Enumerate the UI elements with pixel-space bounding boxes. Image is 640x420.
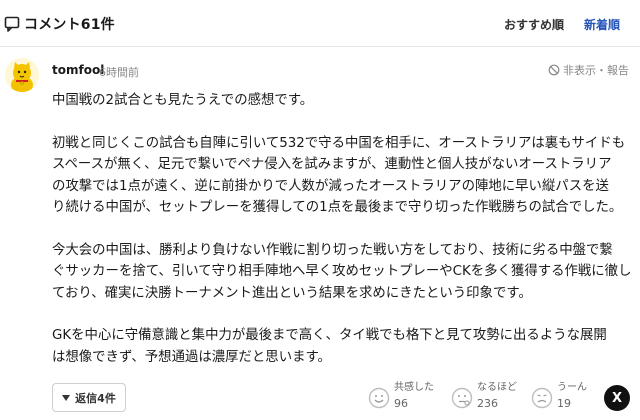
reaction-count: 236 [477,397,498,410]
avatar[interactable] [5,58,39,92]
replies-label: 返信4件 [75,391,116,405]
thinking-face-icon [451,387,473,409]
comment-line: ており、確実に決勝トーナメント進出という結果を求めにきたという印象です。 [52,285,532,301]
lucky-cat-avatar-icon [5,58,39,92]
reaction-count: 19 [557,397,571,410]
comment-line: 初戦と同じくこの試合も自陣に引いて532で守る中国を相手に、オーストラリアは裏も… [52,135,626,151]
reaction-hmm-button[interactable]: うーん 19 [531,381,587,412]
reaction-label: うーん [557,382,587,393]
reaction-empathy-button[interactable]: 共感した 96 [368,381,434,412]
comments-count-title: コメント61件 [24,17,115,33]
comment-bubble-icon [4,16,20,32]
share-x-button[interactable]: X [604,385,630,411]
comment-username[interactable]: tomfool [52,63,104,77]
triangle-down-icon [62,394,71,401]
comment-line: り続ける中国が、セットプレーを獲得しての1点を最後まで守り切った作戦勝ちの試合で… [52,200,623,216]
hide-report-label: 非表示・報告 [563,64,629,77]
reaction-understand-button[interactable]: なるほど 236 [451,381,517,412]
sort-recommended-tab[interactable]: おすすめ順 [504,16,564,33]
comment-line: 中国戦の2試合とも見たうえでの感想です。 [52,93,314,108]
comments-title-group: コメント61件 [4,14,115,34]
reaction-label: 共感した [394,382,434,393]
sort-newest-tab[interactable]: 新着順 [584,16,620,33]
ban-icon [548,64,560,76]
comment-line: スペースが無く、足元で繋いでペナ侵入を試みますが、連動性と個人技がないオーストラ… [52,157,612,173]
smile-face-icon [368,387,390,409]
reaction-label: なるほど [477,382,517,393]
hide-report-link[interactable]: 非表示・報告 [548,62,629,78]
comment-timestamp: 6時間前 [99,66,139,79]
comment-line: の攻撃では1点が遠く、逆に前掛かりで人数が減ったオーストラリアの陣地に早い縦パス… [52,178,609,194]
x-logo-icon: X [611,390,623,406]
replies-toggle-button[interactable]: 返信4件 [52,383,126,412]
reaction-count: 96 [394,397,408,410]
comment-line: 今大会の中国は、勝利より負けない作戦に割り切った戦い方をしており、技術に劣る中盤… [52,242,613,258]
comment-line: は想像できず、予想通過は濃厚だと思います。 [52,349,331,365]
comment-line: ぐサッカーを捨て、引いて守り相手陣地へ早く攻めセットプレーやCKを多く獲得する作… [52,264,632,280]
comment-body: 中国戦の2試合とも見たうえでの感想です。 初戦と同じくこの試合も自陣に引いて53… [52,90,632,368]
comment-line: GKを中心に守備意識と集中力が最後まで高く、タイ戦でも格下と見て攻勢に出るような… [52,328,607,344]
confused-face-icon [531,387,553,409]
comments-header: コメント61件 おすすめ順 新着順 [0,0,640,47]
